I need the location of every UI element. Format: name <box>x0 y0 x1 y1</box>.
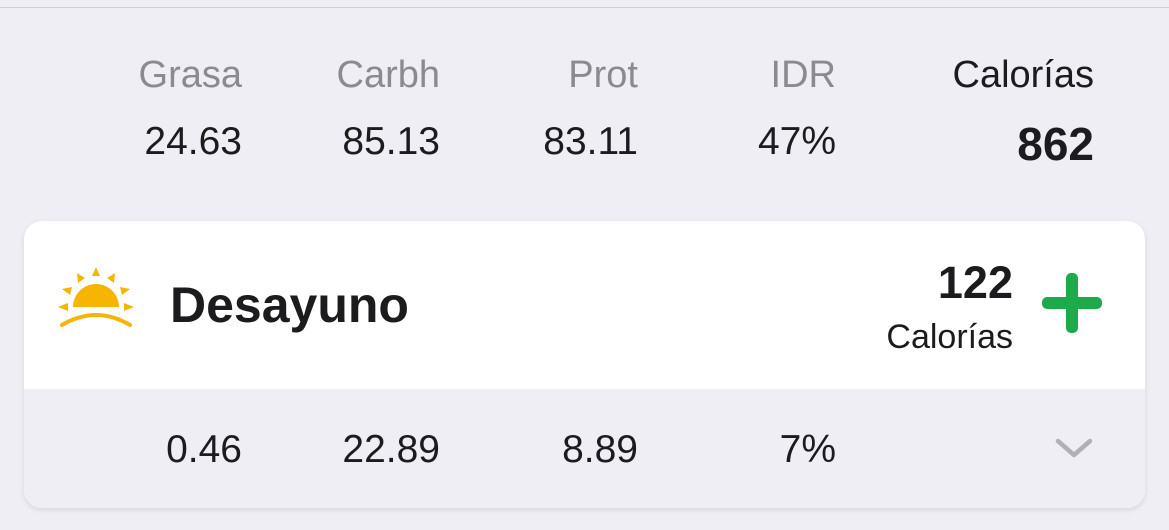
sunrise-icon <box>58 267 134 327</box>
meal-grasa-value: 0.46 <box>166 428 242 471</box>
calorias-label: Calorías <box>952 54 1095 96</box>
carbh-label: Carbh <box>336 54 441 96</box>
add-food-button[interactable] <box>1040 271 1104 335</box>
expand-meal-button[interactable] <box>1054 431 1094 465</box>
prot-total: 83.11 <box>543 120 638 163</box>
meal-prot-value: 8.89 <box>562 428 638 471</box>
meal-idr-value: 7% <box>779 428 836 471</box>
meal-card-header[interactable]: Desayuno 122 Calorías <box>24 221 1145 389</box>
top-divider <box>0 7 1169 8</box>
carbh-total: 85.13 <box>342 120 440 163</box>
meal-calories-label: Calorías <box>886 318 1013 356</box>
idr-total: 47% <box>757 120 836 163</box>
meal-card-desayuno: Desayuno 122 Calorías 0.46 22.89 8.89 7% <box>24 221 1145 508</box>
grasa-label: Grasa <box>138 54 242 96</box>
plus-icon <box>1042 273 1102 333</box>
meal-carbh-value: 22.89 <box>342 428 440 471</box>
idr-label: IDR <box>770 54 836 96</box>
prot-label: Prot <box>568 54 638 96</box>
grasa-total: 24.63 <box>144 120 242 163</box>
meal-calories-value: 122 <box>937 257 1013 308</box>
nutrition-screen: Grasa Carbh Prot IDR Calorías 24.63 85.1… <box>0 0 1169 530</box>
calorias-total: 862 <box>1017 118 1094 170</box>
meal-title: Desayuno <box>170 277 409 333</box>
chevron-down-icon <box>1055 438 1093 458</box>
meal-macros-row: 0.46 22.89 8.89 7% <box>24 389 1145 508</box>
